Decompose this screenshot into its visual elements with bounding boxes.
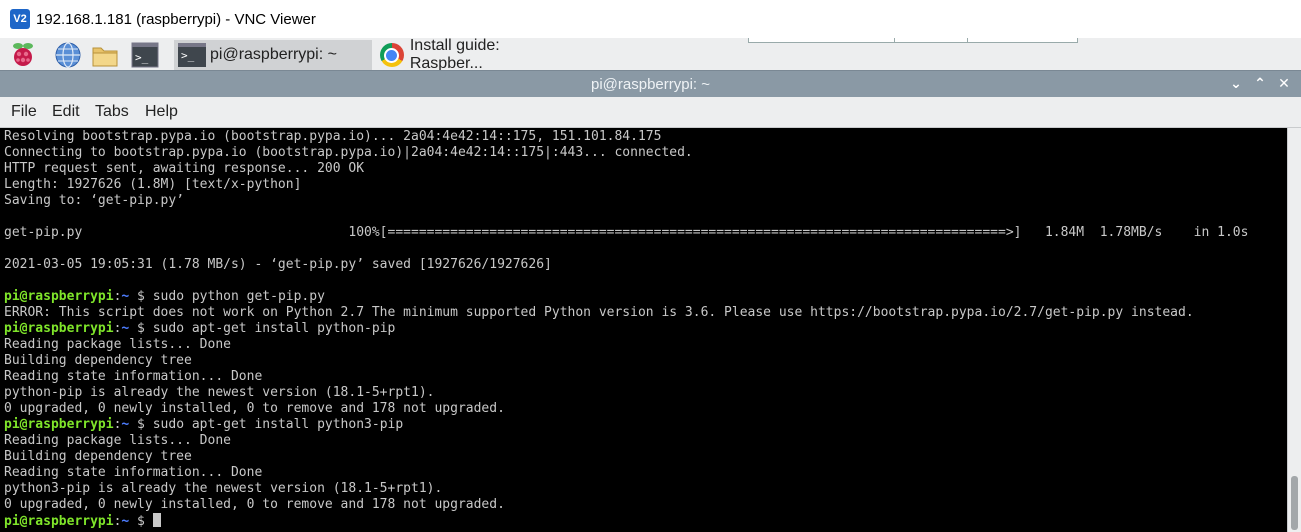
terminal-output-line: 2021-03-05 19:05:31 (1.78 MB/s) - ‘get-p… <box>4 257 552 272</box>
prompt-symbol: $ <box>129 321 145 336</box>
terminal-output-line: Saving to: ‘get-pip.py’ <box>4 193 185 208</box>
vnc-logo-icon: V2 <box>10 9 30 29</box>
terminal-icon[interactable]: >_ <box>131 42 159 68</box>
vnc-window-title: 192.168.1.181 (raspberrypi) - VNC Viewer <box>36 10 316 28</box>
prompt-symbol: $ <box>129 289 145 304</box>
terminal-menubar: File Edit Tabs Help <box>0 97 1301 128</box>
terminal-output-line: ERROR: This script does not work on Pyth… <box>4 305 1194 320</box>
terminal-output-line: python-pip is already the newest version… <box>4 385 435 400</box>
prompt-symbol: $ <box>129 514 145 529</box>
menu-tabs[interactable]: Tabs <box>95 97 129 127</box>
terminal-output-line: Length: 1927626 (1.8M) [text/x-python] <box>4 177 302 192</box>
command-text: sudo apt-get install python3-pip <box>144 417 404 432</box>
chromium-icon <box>380 43 404 67</box>
prompt-user: pi@raspberrypi <box>4 417 114 432</box>
terminal-output-line: Building dependency tree <box>4 353 192 368</box>
maximize-button[interactable]: ⌃ <box>1250 73 1270 95</box>
svg-text:>_: >_ <box>135 51 149 64</box>
minimize-button[interactable]: ⌄ <box>1226 73 1246 95</box>
system-tray-area <box>748 38 1078 43</box>
terminal-output-line: Reading state information... Done <box>4 369 263 384</box>
scrollbar-thumb[interactable] <box>1291 476 1298 530</box>
menu-help[interactable]: Help <box>145 97 178 127</box>
terminal-prompt-line: pi@raspberrypi:~ $ sudo apt-get install … <box>4 321 395 337</box>
terminal-output[interactable]: Resolving bootstrap.pypa.io (bootstrap.p… <box>0 128 1287 532</box>
terminal-output-line: Reading package lists... Done <box>4 337 231 352</box>
taskbar: >_ >_ pi@raspberrypi: ~ Install guide: R… <box>0 37 1301 72</box>
terminal-output-line: Connecting to bootstrap.pypa.io (bootstr… <box>4 145 693 160</box>
menu-file[interactable]: File <box>11 97 37 127</box>
terminal-output-line: Reading state information... Done <box>4 465 263 480</box>
terminal-prompt-line: pi@raspberrypi:~ $ <box>4 513 161 529</box>
terminal-prompt-line: pi@raspberrypi:~ $ sudo apt-get install … <box>4 417 403 433</box>
text-cursor <box>152 513 161 527</box>
file-manager-icon[interactable] <box>91 42 119 68</box>
raspberry-menu-icon[interactable] <box>9 42 37 68</box>
terminal-titlebar[interactable]: pi@raspberrypi: ~ ⌄ ⌃ ✕ <box>0 70 1301 97</box>
prompt-user: pi@raspberrypi <box>4 321 114 336</box>
prompt-symbol: $ <box>129 417 145 432</box>
terminal-output-line: Resolving bootstrap.pypa.io (bootstrap.p… <box>4 129 662 144</box>
terminal-output-line: python3-pip is already the newest versio… <box>4 481 443 496</box>
taskbar-task-label: pi@raspberrypi: ~ <box>210 46 337 63</box>
terminal-output-line: HTTP request sent, awaiting response... … <box>4 161 365 176</box>
taskbar-task-browser[interactable]: Install guide: Raspber... <box>376 37 576 72</box>
vnc-titlebar: V2 192.168.1.181 (raspberrypi) - VNC Vie… <box>0 0 1301 38</box>
web-browser-icon[interactable] <box>54 42 82 68</box>
close-button[interactable]: ✕ <box>1274 73 1294 95</box>
terminal-window-title: pi@raspberrypi: ~ <box>590 76 711 93</box>
terminal-output-line: Building dependency tree <box>4 449 192 464</box>
command-text <box>145 514 153 529</box>
prompt-user: pi@raspberrypi <box>4 289 114 304</box>
menu-edit[interactable]: Edit <box>52 97 80 127</box>
taskbar-task-terminal[interactable]: >_ pi@raspberrypi: ~ <box>174 40 372 70</box>
terminal-output-line: 0 upgraded, 0 newly installed, 0 to remo… <box>4 401 505 416</box>
terminal-output-line: get-pip.py 100%[========================… <box>4 225 1249 240</box>
prompt-user: pi@raspberrypi <box>4 514 114 529</box>
terminal-scrollbar[interactable] <box>1287 128 1301 532</box>
terminal-prompt-line: pi@raspberrypi:~ $ sudo python get-pip.p… <box>4 289 325 305</box>
command-text: sudo python get-pip.py <box>144 289 325 304</box>
terminal-output-line: Reading package lists... Done <box>4 433 231 448</box>
taskbar-task-label: Install guide: Raspber... <box>409 37 500 72</box>
terminal-output-line: 0 upgraded, 0 newly installed, 0 to remo… <box>4 497 505 512</box>
command-text: sudo apt-get install python-pip <box>144 321 396 336</box>
terminal-icon: >_ <box>178 43 206 67</box>
